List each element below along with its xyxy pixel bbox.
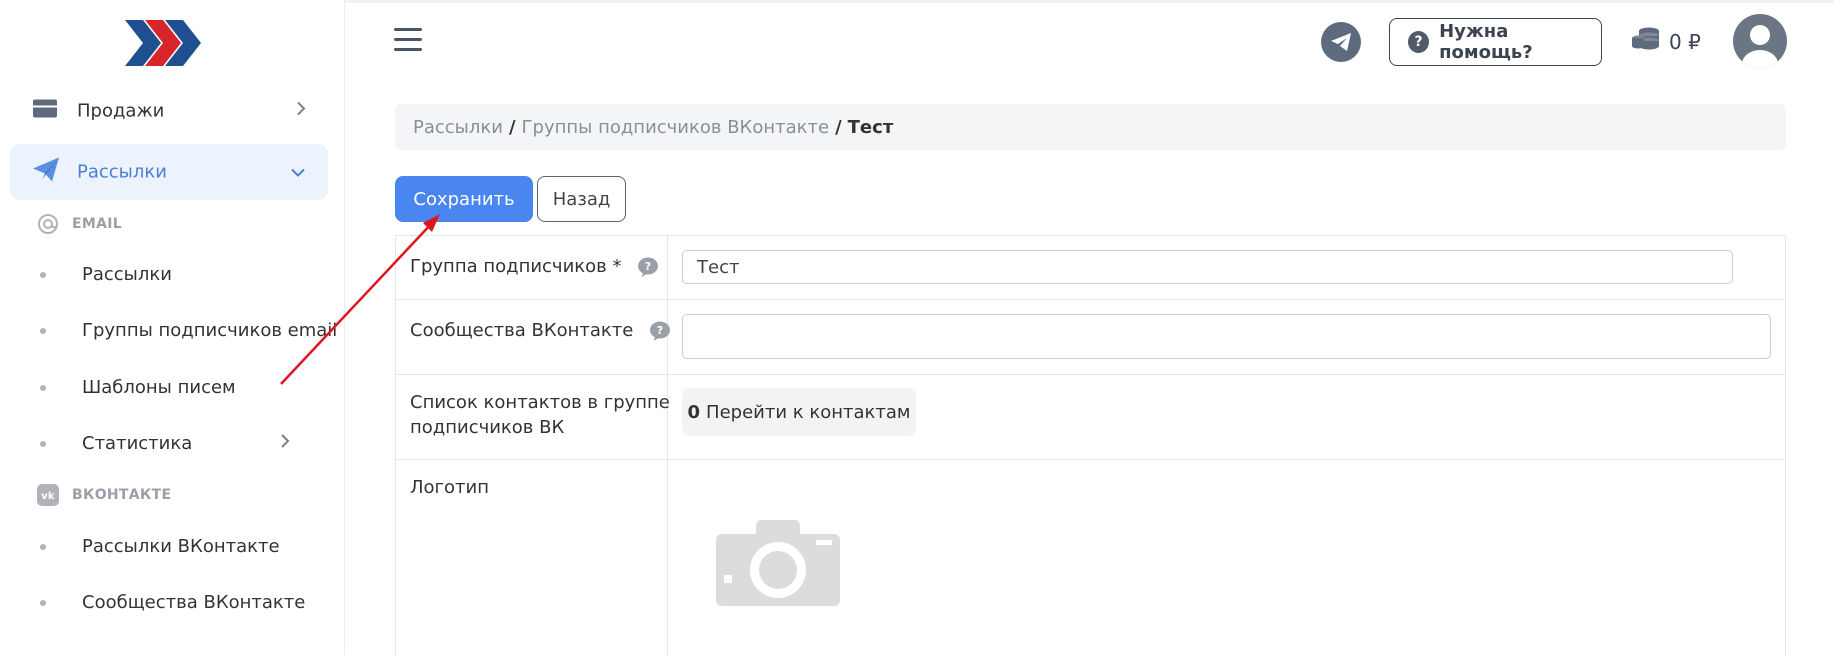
coins-icon: [1631, 26, 1661, 57]
sidebar-subitem-templates[interactable]: Шаблоны писем: [40, 377, 236, 398]
contacts-label: Список контактов в группе подписчиков ВК: [410, 392, 670, 438]
communities-label: Сообщества ВКонтакте ?: [410, 318, 671, 343]
sidebar-item-sales[interactable]: Продажи: [10, 83, 328, 139]
back-button[interactable]: Назад: [537, 176, 626, 222]
camera-icon[interactable]: [716, 520, 840, 610]
breadcrumb-separator: /: [835, 116, 842, 138]
logo[interactable]: [125, 18, 205, 68]
sidebar-subitem-email-mailings[interactable]: Рассылки: [40, 264, 172, 285]
breadcrumb: Рассылки / Группы подписчиков ВКонтакте …: [395, 104, 1786, 150]
breadcrumb-current: Тест: [847, 116, 894, 138]
card-icon: [32, 99, 58, 124]
go-to-contacts-button[interactable]: 0 Перейти к контактам: [682, 388, 916, 436]
section-vk: vk ВКОНТАКТЕ: [36, 483, 171, 507]
breadcrumb-item-vk-groups[interactable]: Группы подписчиков ВКонтакте: [522, 117, 830, 138]
telegram-icon[interactable]: [1321, 22, 1361, 62]
group-name-input[interactable]: Тест: [682, 250, 1733, 284]
paper-plane-icon: [32, 157, 60, 188]
logo-label: Логотип: [410, 477, 489, 498]
bullet: [40, 327, 46, 334]
menu-toggle-icon[interactable]: [394, 28, 424, 54]
sidebar-subitem-statistics[interactable]: Статистика: [40, 433, 290, 454]
sidebar-subitem-vk-communities[interactable]: Сообщества ВКонтакте: [40, 592, 305, 613]
help-bubble-icon[interactable]: ?: [637, 257, 659, 277]
breadcrumb-separator: /: [508, 116, 516, 138]
at-icon: [36, 212, 60, 236]
chevron-down-icon: [290, 162, 306, 183]
chevron-right-icon: [280, 433, 290, 454]
bullet: [40, 384, 46, 391]
breadcrumb-item-mailings[interactable]: Рассылки: [413, 117, 503, 138]
question-icon: ?: [1408, 31, 1430, 53]
bullet: [40, 543, 46, 550]
help-bubble-icon[interactable]: ?: [649, 321, 671, 341]
communities-select[interactable]: [682, 314, 1771, 359]
section-email: EMAIL: [36, 212, 122, 236]
sidebar-subitem-vk-mailings[interactable]: Рассылки ВКонтакте: [40, 536, 280, 557]
svg-text:?: ?: [657, 324, 663, 337]
form-row-communities: Сообщества ВКонтакте ?: [396, 300, 1785, 375]
help-button[interactable]: ? Нужна помощь?: [1389, 18, 1602, 66]
avatar[interactable]: [1733, 14, 1787, 68]
group-label: Группа подписчиков * ?: [410, 254, 659, 279]
bullet: [40, 271, 46, 278]
sidebar-item-label: Продажи: [77, 100, 165, 122]
vk-icon: vk: [36, 483, 60, 507]
svg-text:?: ?: [645, 260, 651, 273]
chevron-right-icon: [296, 101, 306, 122]
save-button[interactable]: Сохранить: [395, 176, 533, 222]
bullet: [40, 599, 46, 606]
edit-form: Группа подписчиков * ? Тест Сообщества В…: [395, 235, 1786, 655]
sidebar-subitem-email-groups[interactable]: Группы подписчиков email: [40, 320, 337, 341]
form-row-logo: Логотип: [396, 460, 1785, 655]
top-border: [345, 0, 1834, 3]
sidebar-item-label: Рассылки: [77, 161, 167, 183]
group-name-field-wrap: Тест: [682, 250, 1733, 284]
communities-field-wrap: [682, 314, 1771, 359]
sidebar: Продажи Рассылки EMAIL Рассылки Группы п…: [0, 0, 345, 655]
svg-text:vk: vk: [41, 491, 55, 502]
bullet: [40, 440, 46, 447]
form-row-contacts: Список контактов в группе подписчиков ВК…: [396, 375, 1785, 460]
contacts-count: 0: [687, 401, 701, 423]
app: Продажи Рассылки EMAIL Рассылки Группы п…: [0, 0, 1834, 655]
sidebar-item-mailings[interactable]: Рассылки: [10, 144, 328, 200]
balance[interactable]: 0 ₽: [1631, 26, 1701, 57]
form-row-group: Группа подписчиков * ? Тест: [396, 236, 1785, 300]
